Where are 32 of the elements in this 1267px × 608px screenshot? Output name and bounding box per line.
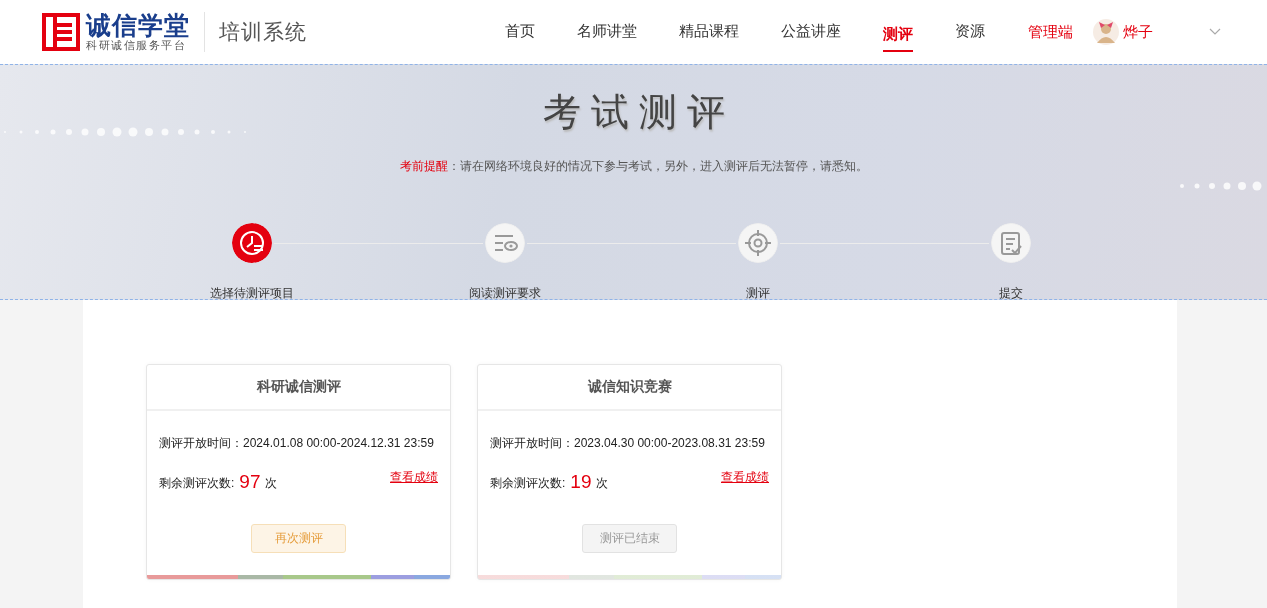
remaining-count: 19: [570, 472, 592, 492]
nav-link[interactable]: 测评: [883, 0, 913, 64]
step-label: 选择待测评项目: [209, 285, 294, 302]
nav-link[interactable]: 首页: [505, 0, 535, 64]
exam-notice: 考前提醒：请在网络环境良好的情况下参与考试，另外，进入测评后无法暂停，请悉知。: [398, 158, 869, 175]
admin-link[interactable]: 管理端: [1028, 22, 1073, 42]
view-results-link[interactable]: 查看成绩: [721, 469, 769, 486]
user-name[interactable]: 烨子: [1123, 22, 1153, 42]
count-unit: 次: [265, 475, 278, 492]
nav-link[interactable]: 名师讲堂: [577, 0, 637, 64]
system-title: 培训系统: [219, 19, 307, 46]
logo-name: 诚信学堂: [86, 11, 190, 39]
card-title: 科研诚信测评: [147, 365, 450, 411]
remaining-label: 剩余测评次数:: [159, 475, 235, 492]
open-period: 测评开放时间：2023.04.30 00:00-2023.08.31 23:59: [490, 435, 766, 452]
remaining-count: 97: [239, 472, 261, 492]
card-title: 诚信知识竞赛: [478, 365, 781, 411]
view-results-link[interactable]: 查看成绩: [390, 469, 438, 486]
step-label: 测评: [745, 285, 770, 302]
open-period: 测评开放时间：2024.01.08 00:00-2024.12.31 23:59: [159, 435, 435, 452]
step-label: 阅读测评要求: [468, 285, 541, 302]
step-label: 提交: [998, 285, 1023, 302]
chevron-down-icon[interactable]: [1209, 28, 1221, 36]
nav-link[interactable]: 公益讲座: [781, 0, 841, 64]
nav-link[interactable]: 资源: [955, 0, 985, 64]
logo-icon: [42, 13, 80, 51]
page-title: 考试测评: [541, 89, 735, 136]
logo-tagline: 科研诚信服务平台: [86, 39, 187, 53]
nav-link[interactable]: 精品课程: [679, 0, 739, 64]
remaining-label: 剩余测评次数:: [490, 475, 566, 492]
avatar-icon[interactable]: [1093, 19, 1119, 45]
count-unit: 次: [596, 475, 609, 492]
